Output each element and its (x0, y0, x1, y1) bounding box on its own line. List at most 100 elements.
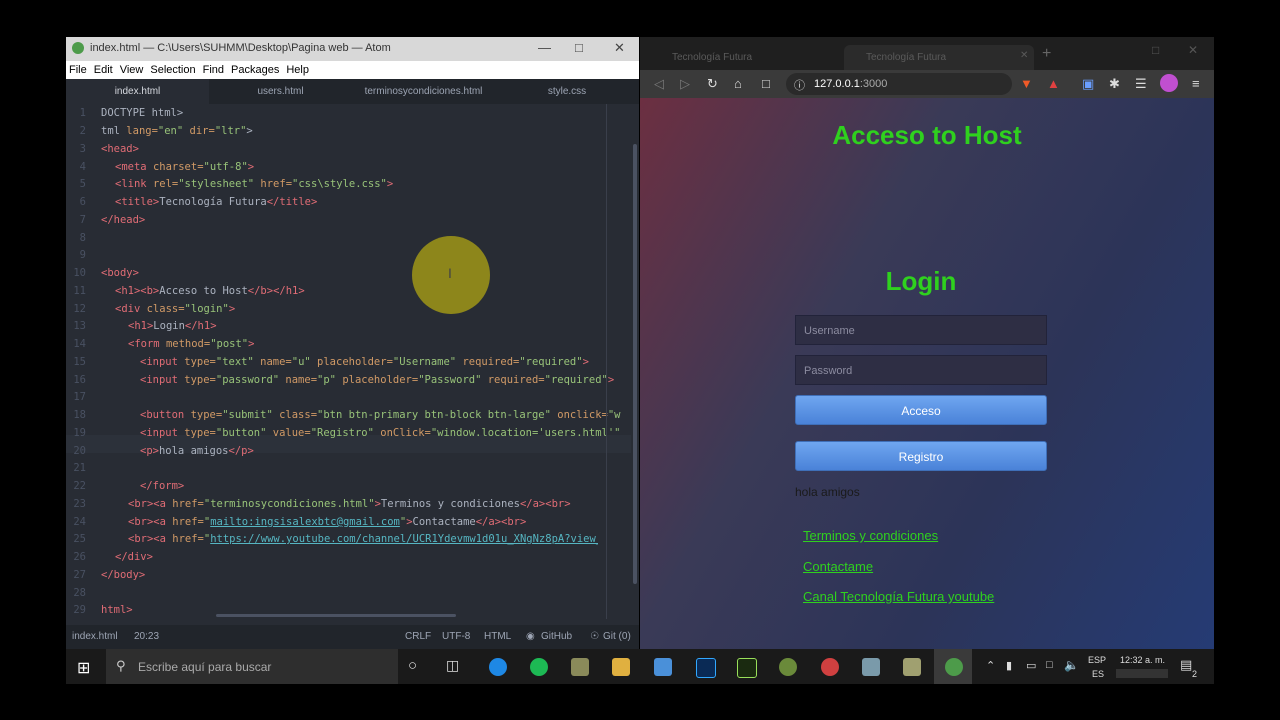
photoshop-icon[interactable] (696, 658, 716, 678)
close-icon[interactable]: ✕ (614, 40, 625, 56)
mail-icon[interactable] (654, 658, 672, 676)
line-number: 7 (79, 214, 86, 226)
browser-tab-active[interactable]: Tecnología Futura ✕ (844, 45, 1034, 70)
chevron-up-icon[interactable]: ⌃ (986, 659, 995, 672)
code-line: tml lang="en" dir="ltr"> (101, 125, 253, 137)
atom-menubar: File Edit View Selection Find Packages Help (66, 61, 639, 79)
maximize-icon[interactable]: □ (1152, 43, 1159, 57)
app-icon[interactable] (821, 658, 839, 676)
status-github[interactable]: GitHub (541, 631, 572, 642)
line-number: 16 (73, 374, 86, 386)
vertical-scrollbar[interactable] (633, 144, 637, 584)
profile-avatar[interactable] (1160, 74, 1178, 92)
tab-close-icon[interactable]: ✕ (1020, 50, 1028, 61)
close-icon[interactable]: ✕ (1188, 43, 1198, 57)
tab-users-html[interactable]: users.html (209, 79, 352, 104)
menu-selection[interactable]: Selection (147, 61, 199, 76)
code-line: <meta charset="utf-8"> (115, 161, 255, 173)
username-input[interactable]: Username (795, 315, 1047, 345)
line-number: 17 (73, 391, 86, 403)
windows-start-icon[interactable]: ⊞ (77, 658, 90, 678)
translate-icon[interactable]: ▣ (1082, 76, 1094, 92)
status-filename[interactable]: index.html (72, 631, 118, 642)
home-icon[interactable]: ⌂ (734, 76, 742, 91)
line-number: 9 (79, 249, 86, 261)
clock-date-blurred (1116, 669, 1168, 678)
menu-packages[interactable]: Packages (228, 61, 283, 76)
menu-file[interactable]: File (66, 61, 91, 76)
menu-help[interactable]: Help (283, 61, 313, 76)
audition-icon[interactable] (737, 658, 757, 678)
network-icon[interactable]: □ (1046, 659, 1053, 671)
clock-time[interactable]: 12:32 a. m. (1120, 655, 1165, 665)
notification-icon[interactable]: ▤ (1180, 657, 1192, 673)
battery-icon[interactable]: ▭ (1026, 659, 1036, 672)
microphone-icon[interactable]: ▮ (1006, 659, 1012, 672)
line-number: 21 (73, 462, 86, 474)
address-bar[interactable]: ⓘ 127.0.0.1:3000 (786, 73, 1012, 95)
spotify-icon[interactable] (530, 658, 548, 676)
horizontal-scrollbar[interactable] (216, 614, 456, 617)
reload-icon[interactable]: ↻ (707, 76, 718, 92)
line-number: 6 (79, 196, 86, 208)
back-icon[interactable]: ◁ (654, 76, 664, 92)
status-line-ending[interactable]: CRLF (405, 631, 431, 642)
cortana-icon[interactable]: ○ (408, 657, 417, 674)
url-text: 127.0.0.1:3000 (814, 78, 888, 90)
forward-icon[interactable]: ▷ (680, 76, 690, 92)
code-line: <link rel="stylesheet" href="css\style.c… (115, 178, 394, 190)
password-input[interactable]: Password (795, 355, 1047, 385)
menu-find[interactable]: Find (200, 61, 228, 76)
status-cursor-position[interactable]: 20:23 (134, 631, 159, 642)
atom-icon (945, 658, 963, 676)
extensions-icon[interactable]: ✱ (1109, 76, 1120, 92)
app-icon[interactable] (862, 658, 880, 676)
code-editor[interactable]: 1 2 3 4 5 6 7 8 9 10 11 12 13 14 15 16 1… (66, 104, 639, 619)
youtube-channel-link[interactable]: Canal Tecnología Futura youtube (803, 589, 994, 604)
tab-index-html[interactable]: index.html (66, 79, 209, 104)
language-indicator[interactable]: ESP (1088, 655, 1106, 665)
tab-terminos-html[interactable]: terminosycondiciones.html (352, 79, 495, 104)
task-view-icon[interactable]: ◫ (446, 657, 459, 674)
taskbar-search[interactable]: ⚲ Escribe aquí para buscar (106, 649, 398, 684)
status-grammar[interactable]: HTML (484, 631, 511, 642)
contactame-link[interactable]: Contactame (803, 559, 873, 574)
line-number: 19 (73, 427, 86, 439)
menu-edit[interactable]: Edit (91, 61, 117, 76)
acceso-button[interactable]: Acceso (795, 395, 1047, 425)
terminos-link[interactable]: Terminos y condiciones (803, 528, 938, 543)
search-placeholder: Escribe aquí para buscar (138, 660, 272, 674)
line-number: 13 (73, 320, 86, 332)
menu-icon[interactable]: ≡ (1192, 76, 1200, 91)
volume-icon[interactable]: 🔈 (1064, 658, 1079, 672)
line-number: 22 (73, 480, 86, 492)
status-git[interactable]: Git (0) (603, 631, 631, 642)
edge-icon[interactable] (489, 658, 507, 676)
menu-view[interactable]: View (117, 61, 148, 76)
login-title: Login (885, 266, 957, 296)
registro-button[interactable]: Registro (795, 441, 1047, 471)
app-icon[interactable] (903, 658, 921, 676)
atom-statusbar: index.html 20:23 CRLF UTF-8 HTML ◉ GitHu… (66, 625, 639, 649)
minimize-icon[interactable]: — (538, 40, 551, 55)
bookmark-icon[interactable]: □ (762, 76, 770, 91)
brave-shield-icon[interactable]: ▼ (1020, 76, 1033, 91)
new-tab-icon[interactable]: + (1042, 45, 1051, 63)
status-encoding[interactable]: UTF-8 (442, 631, 470, 642)
file-explorer-icon[interactable] (612, 658, 630, 676)
code-line: <button type="submit" class="btn btn-pri… (140, 409, 621, 421)
paragraph-text: hola amigos (795, 485, 860, 499)
line-number: 18 (73, 409, 86, 421)
info-icon[interactable]: ⓘ (794, 77, 805, 93)
brave-rewards-icon[interactable]: ▲ (1047, 76, 1060, 91)
atom-tabbar: index.html users.html terminosycondicion… (66, 79, 639, 104)
line-number: 5 (79, 178, 86, 190)
browser-tab[interactable]: Tecnología Futura (648, 45, 838, 70)
maximize-icon[interactable]: □ (575, 40, 583, 55)
tab-style-css[interactable]: style.css (495, 79, 639, 104)
code-line: <body> (101, 267, 139, 279)
app-icon[interactable] (779, 658, 797, 676)
line-number: 8 (79, 232, 86, 244)
app-icon[interactable] (571, 658, 589, 676)
playlist-icon[interactable]: ☰ (1135, 76, 1147, 92)
